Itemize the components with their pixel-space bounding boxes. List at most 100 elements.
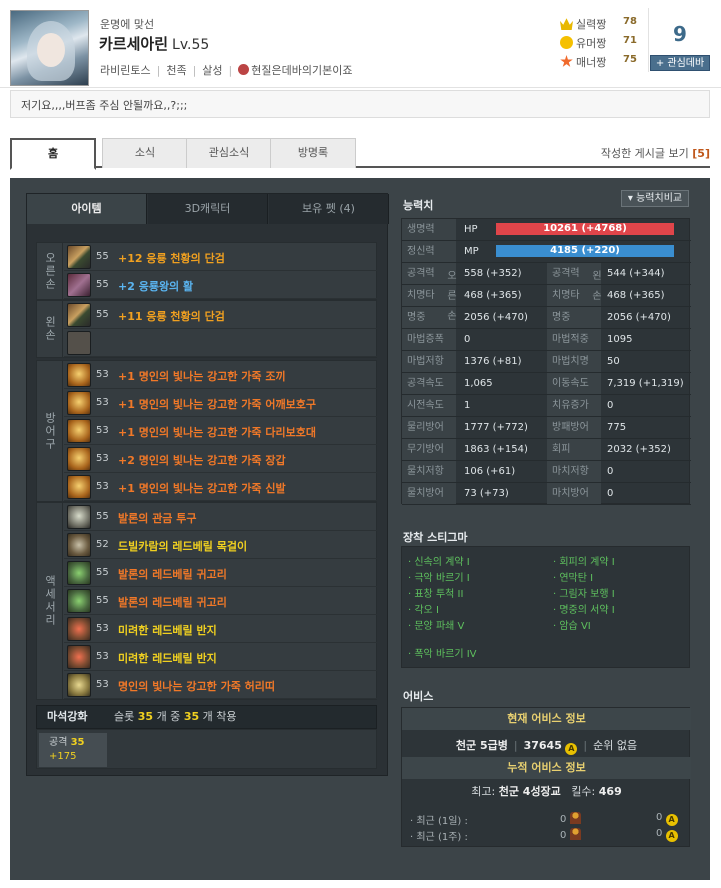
- item-level: 55: [96, 251, 109, 262]
- dagger-icon[interactable]: [67, 245, 91, 269]
- stat-value: 73 (+73): [464, 488, 509, 499]
- item-group-label: 액세서리: [37, 503, 63, 699]
- item-row[interactable]: 53 +1 명인의 빛나는 강고한 가죽 조끼: [64, 361, 377, 389]
- armor-icon[interactable]: [67, 363, 91, 387]
- item-name[interactable]: 발론의 관금 투구: [118, 510, 197, 526]
- stat-value: 558 (+352): [464, 268, 522, 279]
- tab-news[interactable]: 소식: [102, 138, 188, 168]
- stigma-item[interactable]: · 그림자 보행 I: [553, 585, 615, 600]
- item-row[interactable]: 53 +1 명인의 빛나는 강고한 가죽 다리보호대: [64, 417, 377, 445]
- item-name[interactable]: +1 명인의 빛나는 강고한 가죽 조끼: [118, 368, 286, 384]
- helm-icon[interactable]: [67, 505, 91, 529]
- abyss-rank-status: 순위 없음: [593, 739, 638, 752]
- item-name[interactable]: +2 명인의 빛나는 강고한 가죽 장갑: [118, 452, 286, 468]
- stigma-item[interactable]: · 명중의 서약 I: [553, 601, 615, 616]
- item-group: 왼손 55 +11 응룡 천황의 단검: [36, 300, 377, 358]
- necklace-icon[interactable]: [67, 533, 91, 557]
- stigma-item[interactable]: · 연막탄 I: [553, 569, 593, 584]
- tab-interest-news[interactable]: 관심소식: [186, 138, 272, 168]
- item-level: 55: [96, 511, 109, 522]
- item-name[interactable]: +2 응룡왕의 활: [118, 278, 193, 294]
- compare-stats-button[interactable]: ▾ 능력치비교: [621, 190, 689, 207]
- character-avatar[interactable]: [10, 10, 89, 86]
- item-row[interactable]: 55 발론의 관금 투구: [64, 503, 377, 531]
- item-row[interactable]: 55 +12 응룡 천황의 단검: [64, 243, 377, 271]
- item-name[interactable]: 미려한 레드베릴 반지: [118, 650, 217, 666]
- bow-icon[interactable]: [67, 273, 91, 297]
- guild-name-link[interactable]: 현질은데바의기본이죠: [251, 64, 352, 77]
- item-name[interactable]: +1 명인의 빛나는 강고한 가죽 어깨보호구: [118, 396, 316, 412]
- stat-label: 마법증폭: [402, 329, 456, 350]
- right-hand-label: 오른손: [447, 271, 457, 322]
- ring-icon[interactable]: [67, 617, 91, 641]
- stigma-item[interactable]: · 신속의 계약 I: [408, 553, 470, 568]
- item-row[interactable]: 52 드빌카람의 레드베릴 목걸이: [64, 531, 377, 559]
- stigma-item[interactable]: · 폭악 바르기 IV: [408, 645, 477, 660]
- item-name[interactable]: 발론의 레드베릴 귀고리: [118, 594, 227, 610]
- stigma-item[interactable]: · 각오 I: [408, 601, 439, 616]
- stat-value: 468 (+365): [464, 290, 522, 301]
- dagger-icon[interactable]: [67, 303, 91, 327]
- item-row[interactable]: 53 미려한 레드베릴 반지: [64, 615, 377, 643]
- armor-icon[interactable]: [67, 475, 91, 499]
- ring-icon[interactable]: [67, 645, 91, 669]
- armor-icon[interactable]: [67, 391, 91, 415]
- kill-icon: [569, 828, 581, 840]
- character-name[interactable]: 카르세아린 Lv.55: [99, 33, 209, 54]
- item-name[interactable]: +1 명인의 빛나는 강고한 가죽 신발: [118, 480, 286, 496]
- manastone-slots: 35: [137, 710, 154, 723]
- item-name[interactable]: +11 응룡 천황의 단검: [118, 308, 225, 324]
- tab-3d-character[interactable]: 3D캐릭터: [148, 194, 268, 224]
- item-row[interactable]: 53 명인의 빛나는 강고한 가죽 허리띠: [64, 671, 377, 699]
- stat-row: 마법저항 1376 (+81) 마법치명 50: [402, 351, 691, 373]
- item-row[interactable]: 53 +1 명인의 빛나는 강고한 가죽 신발: [64, 473, 377, 501]
- stat-value: 0: [607, 488, 614, 499]
- item-name[interactable]: 미려한 레드베릴 반지: [118, 622, 217, 638]
- stigma-item[interactable]: · 회피의 계약 I: [553, 553, 615, 568]
- item-row[interactable]: 55 +11 응룡 천황의 단검: [64, 301, 377, 329]
- abyss-points: 37645: [523, 739, 562, 752]
- item-name[interactable]: +1 명인의 빛나는 강고한 가죽 다리보호대: [118, 424, 316, 440]
- rank-humor: 유머짱 71: [560, 35, 637, 51]
- item-name[interactable]: +12 응룡 천황의 단검: [118, 250, 225, 266]
- item-row[interactable]: 55 +2 응룡왕의 활: [64, 271, 377, 299]
- abyss-rank: 천군 5급병: [455, 739, 508, 752]
- item-row[interactable]: 53 +1 명인의 빛나는 강고한 가죽 어깨보호구: [64, 389, 377, 417]
- tab-items[interactable]: 아이템: [27, 194, 147, 224]
- earring-icon[interactable]: [67, 561, 91, 585]
- armor-icon[interactable]: [67, 419, 91, 443]
- item-row[interactable]: [64, 329, 377, 357]
- rank-label: 유머짱: [576, 37, 607, 50]
- item-row[interactable]: 53 +2 명인의 빛나는 강고한 가죽 장갑: [64, 445, 377, 473]
- stigma-item[interactable]: · 극악 바르기 I: [408, 569, 470, 584]
- tab-guestbook[interactable]: 방명록: [270, 138, 356, 168]
- manastone-mid: 개 중: [156, 710, 181, 723]
- view-posts-link[interactable]: 작성한 게시글 보기 [5]: [601, 145, 710, 161]
- tab-home[interactable]: 홈: [10, 138, 96, 170]
- manastone-stat-bonus: +175: [49, 751, 77, 762]
- class-name: 살성: [202, 64, 223, 77]
- item-name[interactable]: 드빌카람의 레드베릴 목걸이: [118, 538, 247, 554]
- tab-pets[interactable]: 보유 펫 (4): [269, 194, 389, 224]
- item-level: 53: [96, 481, 109, 492]
- stigma-item[interactable]: · 표창 투척 II: [408, 585, 463, 600]
- empty-slot-icon[interactable]: [67, 331, 91, 355]
- stigma-item[interactable]: · 암습 VI: [553, 617, 591, 632]
- belt-icon[interactable]: [67, 673, 91, 697]
- item-row[interactable]: 55 발론의 레드베릴 귀고리: [64, 587, 377, 615]
- stat-label: 방패방어: [547, 417, 601, 438]
- add-fan-button[interactable]: + 관심데바: [650, 55, 710, 71]
- stigma-item[interactable]: · 문양 파쇄 V: [408, 617, 464, 632]
- item-name[interactable]: 발론의 레드베릴 귀고리: [118, 566, 227, 582]
- earring-icon[interactable]: [67, 589, 91, 613]
- item-name[interactable]: 명인의 빛나는 강고한 가죽 허리띠: [118, 678, 275, 694]
- item-panel: 아이템 3D캐릭터 보유 펫 (4) 오른손 55 +12 응룡 천황의 단검 55 +…: [26, 193, 389, 776]
- hp-label: 생명력: [402, 219, 456, 240]
- stat-value: 1095: [607, 334, 633, 345]
- abyss-total-header: 누적 어비스 정보: [402, 757, 691, 779]
- item-row[interactable]: 53 미려한 레드베릴 반지: [64, 643, 377, 671]
- item-row[interactable]: 55 발론의 레드베릴 귀고리: [64, 559, 377, 587]
- rank-manner: 매너짱 75: [560, 54, 637, 70]
- armor-icon[interactable]: [67, 447, 91, 471]
- fan-box: 9 + 관심데바: [648, 8, 710, 72]
